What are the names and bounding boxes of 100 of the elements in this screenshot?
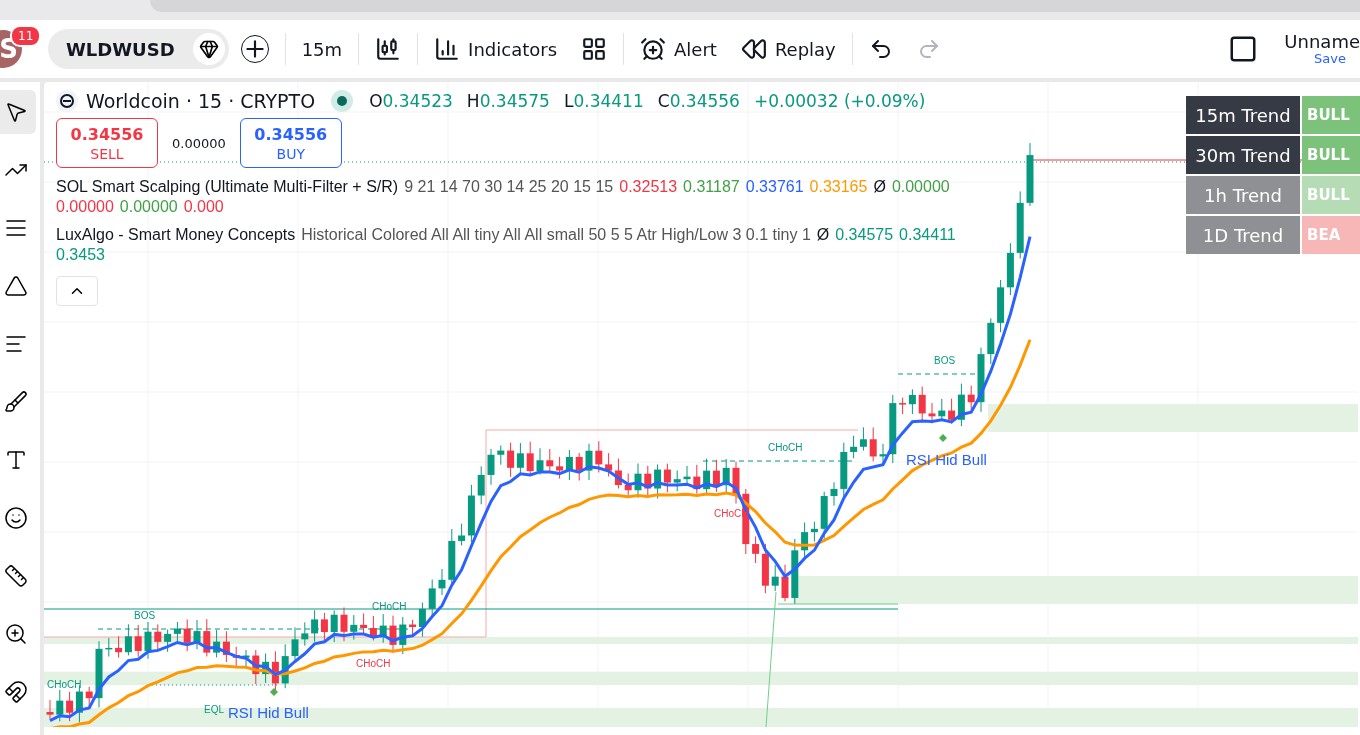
trend-value: BULL: [1302, 136, 1360, 174]
candle: [820, 491, 828, 540]
candle: [497, 444, 505, 466]
candle: [487, 448, 495, 486]
candle: [634, 463, 642, 499]
gem-button[interactable]: [192, 33, 225, 65]
candle: [879, 443, 887, 465]
chart-label: RSI Hid Bull: [228, 704, 309, 721]
layout-name[interactable]: Unname: [1284, 32, 1360, 52]
grid-icon: [581, 36, 608, 62]
candle: [546, 448, 554, 473]
trend-label: 30m Trend: [1186, 136, 1300, 174]
square-icon: [1228, 34, 1259, 64]
chart-label: CHoCH: [372, 601, 407, 612]
candle: [56, 689, 64, 722]
buy-button[interactable]: 0.34556 BUY: [239, 118, 342, 168]
ohlc-value: H0.34575: [466, 91, 550, 111]
candle: [575, 452, 583, 482]
candle: [889, 394, 897, 464]
text-icon: [4, 448, 28, 472]
candle: [193, 619, 201, 650]
candle: [585, 443, 593, 481]
candle: [536, 447, 544, 476]
candle: [340, 606, 348, 642]
indicator-value: 0.32513: [619, 178, 678, 196]
candle: [95, 640, 103, 708]
market-status-icon: [331, 90, 354, 112]
diamond-icon: [270, 688, 278, 696]
indicator-value: 0.00000: [119, 198, 178, 216]
candle: [281, 643, 289, 689]
candle: [1016, 190, 1024, 260]
candle: [791, 538, 799, 605]
trend-value: BULL: [1302, 96, 1360, 134]
chart-label: CHoCH: [47, 679, 82, 690]
indicator-name[interactable]: LuxAlgo - Smart Money Concepts: [56, 226, 296, 244]
emoji-icon: [4, 506, 28, 530]
indicator-value: 0.34411: [899, 226, 956, 244]
candle: [144, 621, 152, 660]
bar-chart-icon: [434, 36, 461, 62]
indicator-value: 0.33165: [809, 178, 868, 196]
indicator-value: 0.00000: [891, 178, 950, 196]
candle: [242, 649, 250, 669]
candle: [330, 609, 338, 643]
candle: [830, 481, 838, 507]
cursor-tool[interactable]: [0, 90, 36, 134]
indicator-name[interactable]: SOL Smart Scalping (Ultimate Multi-Filter + S/R): [56, 178, 399, 196]
indicator-value: 0.00000: [56, 198, 114, 216]
indicator-value: Ø: [816, 226, 830, 244]
candle: [134, 624, 142, 658]
candle: [1026, 142, 1034, 207]
indicator-value: 0.3453: [56, 246, 105, 264]
candle: [183, 618, 191, 652]
chart-label: CHoCH: [768, 442, 803, 453]
replay-button[interactable]: Replay: [728, 29, 848, 69]
candle: [977, 347, 985, 413]
candle: [722, 458, 730, 495]
candle: [693, 464, 701, 495]
symbol-title: Worldcoin · 15 · CRYPTO: [86, 90, 316, 112]
indicator-value: 0.000: [183, 198, 224, 216]
trend-label: 1D Trend: [1186, 216, 1300, 254]
pattern-icon: [4, 274, 28, 298]
candle: [781, 564, 789, 602]
candle: [399, 616, 407, 655]
symbol-search[interactable]: WLDWUSD: [48, 29, 229, 69]
price-change: +0.00032 (+0.09%): [753, 91, 926, 111]
indicator-value: 0.31187: [683, 178, 740, 196]
candle: [987, 317, 995, 365]
candle: [477, 465, 485, 505]
candlestick-icon: [375, 36, 402, 62]
candle: [105, 637, 113, 657]
zoom-icon: [4, 622, 28, 646]
gem-icon: [198, 39, 219, 59]
ohlc-value: O0.34523: [369, 91, 453, 111]
candle: [595, 440, 603, 473]
chart-label: RSI Hid Bull: [906, 451, 987, 468]
candle: [46, 699, 54, 720]
indicator-value: 0.34575: [835, 226, 894, 244]
brush-icon: [4, 390, 28, 414]
candle: [154, 623, 162, 652]
candle: [203, 618, 211, 657]
candle: [732, 461, 740, 505]
alert-button[interactable]: Alert: [628, 29, 729, 69]
rewind-icon: [740, 36, 767, 62]
candle: [252, 649, 260, 685]
diamond-icon: [939, 434, 947, 442]
trend-label: 1h Trend: [1186, 176, 1300, 214]
alarm-clock-icon: [640, 36, 667, 62]
sell-button[interactable]: 0.34556 SELL: [56, 118, 158, 168]
candle: [379, 613, 387, 644]
cursor-icon: [4, 100, 28, 124]
candle: [869, 427, 877, 462]
spread-value: 0.00000: [172, 135, 226, 151]
trend-value: BULL: [1302, 176, 1360, 214]
interval-button[interactable]: 15m: [289, 29, 355, 69]
indicator-params: 9 21 14 70 30 14 25 20 15 15: [404, 178, 614, 196]
chart-label: CHoCH: [356, 658, 391, 669]
chart-label: BOS: [134, 610, 156, 621]
ohlc-value: C0.34556: [657, 91, 740, 111]
save-link[interactable]: Save: [1314, 52, 1346, 66]
indicators-button[interactable]: Indicators: [422, 29, 570, 69]
